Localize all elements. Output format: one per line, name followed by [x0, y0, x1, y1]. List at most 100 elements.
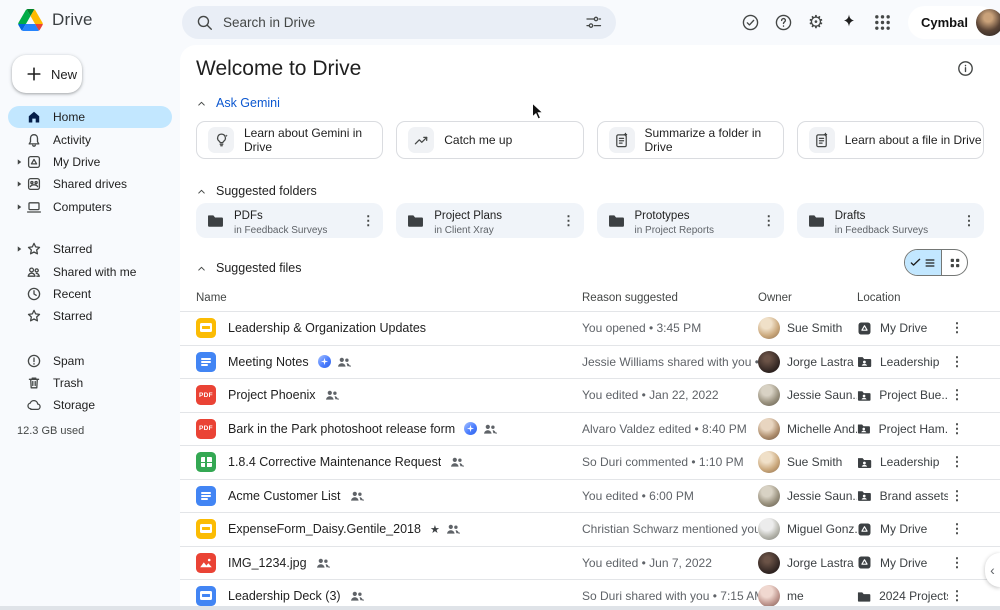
- catch-me-up-icon: [414, 136, 428, 144]
- ask-gemini-label: Ask Gemini: [216, 96, 280, 110]
- folder-menu-button[interactable]: [760, 212, 778, 230]
- file-type-icon: [196, 586, 216, 607]
- drive-logo[interactable]: Drive: [18, 9, 93, 31]
- file-row[interactable]: Meeting Notes Jessie Williams shared wit…: [180, 344, 1000, 379]
- sidebar-item[interactable]: Computers: [8, 196, 172, 218]
- file-row[interactable]: ExpenseForm_Daisy.Gentile_2018 Christian…: [180, 512, 1000, 546]
- search-bar[interactable]: [182, 6, 616, 39]
- expand-chevron-icon[interactable]: [16, 180, 23, 188]
- expand-chevron-icon[interactable]: [16, 158, 23, 166]
- row-menu-button[interactable]: [948, 319, 966, 337]
- file-row[interactable]: Leadership & Organization Updates You op…: [180, 311, 1000, 345]
- sidebar-item[interactable]: Home: [8, 106, 172, 129]
- suggested-files-toggle[interactable]: Suggested files: [196, 261, 301, 275]
- file-row[interactable]: 1.8.4 Corrective Maintenance Request So …: [180, 445, 1000, 479]
- owner-name: Jorge Lastra: [787, 354, 854, 369]
- drive-logo-icon: [18, 9, 43, 31]
- gemini-sparkle-icon[interactable]: [839, 12, 859, 32]
- file-row[interactable]: PDF Project Phoenix You edited • Jan 22,…: [180, 378, 1000, 412]
- account-pill[interactable]: Cymbal: [908, 6, 1000, 39]
- column-location[interactable]: Location: [857, 292, 948, 304]
- new-button[interactable]: New: [12, 55, 82, 93]
- ask-gemini-section-toggle[interactable]: Ask Gemini: [196, 96, 280, 110]
- shared-with-me-icon: [27, 266, 40, 277]
- row-menu-button[interactable]: [948, 554, 966, 572]
- settings-gear-icon[interactable]: [806, 12, 826, 32]
- sidebar-item[interactable]: Recent: [8, 283, 172, 305]
- owner-avatar: [758, 317, 780, 340]
- suggested-folder-card[interactable]: Project Plans in Client Xray: [396, 203, 584, 238]
- row-menu-button[interactable]: [948, 453, 966, 471]
- grid-view-button[interactable]: [941, 250, 967, 275]
- nav-group: Starred Shared with me Recent Starred: [0, 238, 180, 328]
- shared-drives-icon: [27, 178, 40, 191]
- star-icon: [27, 310, 40, 322]
- gemini-suggestion-button[interactable]: Learn about a file in Drive: [796, 121, 984, 159]
- row-menu-button[interactable]: [948, 487, 966, 505]
- document-summary-icon: [616, 132, 628, 147]
- shared-people-icon: [446, 525, 460, 535]
- location-name: My Drive: [880, 321, 928, 336]
- expand-chevron-icon[interactable]: [16, 203, 23, 211]
- gemini-suggestion-button[interactable]: Summarize a folder in Drive: [596, 121, 784, 159]
- reason-suggested: You edited • Jun 7, 2022: [582, 555, 712, 570]
- folder-name: PDFs: [234, 209, 263, 222]
- file-type-icon: PDF: [196, 385, 216, 406]
- account-avatar[interactable]: [975, 9, 1000, 36]
- file-name: IMG_1234.jpg: [228, 555, 307, 570]
- sidebar-item[interactable]: Spam: [8, 350, 172, 372]
- file-name: Meeting Notes: [228, 354, 309, 369]
- gemini-badge-icon: [317, 355, 331, 369]
- file-row[interactable]: PDF Bark in the Park photoshoot release …: [180, 411, 1000, 446]
- sidebar-item[interactable]: My Drive: [8, 151, 172, 173]
- help-icon[interactable]: [773, 12, 793, 32]
- offline-status-icon[interactable]: [740, 12, 760, 32]
- gemini-suggestion-button[interactable]: Learn about Gemini in Drive: [196, 121, 384, 159]
- sidebar-item[interactable]: Trash: [8, 372, 172, 394]
- gemini-suggestion-button[interactable]: Catch me up: [396, 121, 584, 159]
- sidebar-item[interactable]: Starred: [8, 305, 172, 327]
- gemini-badge-icon: [464, 422, 478, 436]
- file-row[interactable]: IMG_1234.jpg You edited • Jun 7, 2022 Jo…: [180, 545, 1000, 580]
- app-name: Drive: [52, 10, 93, 29]
- files-table: Leadership & Organization Updates You op…: [180, 311, 1000, 610]
- list-view-button[interactable]: [905, 250, 941, 275]
- suggested-folder-card[interactable]: Prototypes in Project Reports: [596, 203, 784, 238]
- row-menu-button[interactable]: [948, 386, 966, 404]
- sidebar-item[interactable]: Shared drives: [8, 173, 172, 195]
- file-row[interactable]: Acme Customer List You edited • 6:00 PM …: [180, 478, 1000, 513]
- folder-location: in Project Reports: [634, 224, 714, 236]
- folder-menu-button[interactable]: [960, 212, 978, 230]
- folder-menu-button[interactable]: [560, 212, 578, 230]
- owner-name: Jessie Saun...: [787, 488, 857, 503]
- column-name[interactable]: Name: [196, 292, 582, 304]
- expand-chevron-icon[interactable]: [16, 245, 23, 253]
- suggested-folder-card[interactable]: Drafts in Feedback Surveys: [796, 203, 984, 238]
- my-drive-location-icon: [858, 322, 871, 335]
- storage-cloud-icon: [26, 400, 41, 411]
- sidebar-item[interactable]: Storage: [8, 394, 172, 416]
- search-icon: [197, 15, 212, 30]
- search-options-icon[interactable]: [585, 14, 602, 31]
- reason-suggested: You edited • 6:00 PM: [582, 488, 694, 503]
- info-icon[interactable]: [957, 60, 974, 77]
- folder-name: Prototypes: [634, 209, 690, 222]
- search-input[interactable]: [223, 15, 575, 30]
- column-owner[interactable]: Owner: [758, 292, 857, 304]
- sidebar-item-label: Spam: [53, 353, 85, 368]
- shared-people-icon: [337, 357, 351, 367]
- sidebar-item[interactable]: Activity: [8, 128, 172, 150]
- column-reason[interactable]: Reason suggested: [582, 292, 758, 304]
- sidebar-item[interactable]: Shared with me: [8, 260, 172, 282]
- shared-people-icon: [325, 391, 339, 401]
- row-menu-button[interactable]: [948, 353, 966, 371]
- row-menu-button[interactable]: [948, 520, 966, 538]
- folder-menu-button[interactable]: [359, 212, 377, 230]
- row-menu-button[interactable]: [948, 587, 966, 605]
- suggested-folders-toggle[interactable]: Suggested folders: [196, 184, 317, 198]
- row-menu-button[interactable]: [948, 420, 966, 438]
- location-name: Brand assets: [879, 488, 948, 503]
- suggested-folder-card[interactable]: PDFs in Feedback Surveys: [196, 203, 384, 238]
- sidebar-item[interactable]: Starred: [8, 238, 172, 260]
- apps-grid-icon[interactable]: [872, 12, 892, 32]
